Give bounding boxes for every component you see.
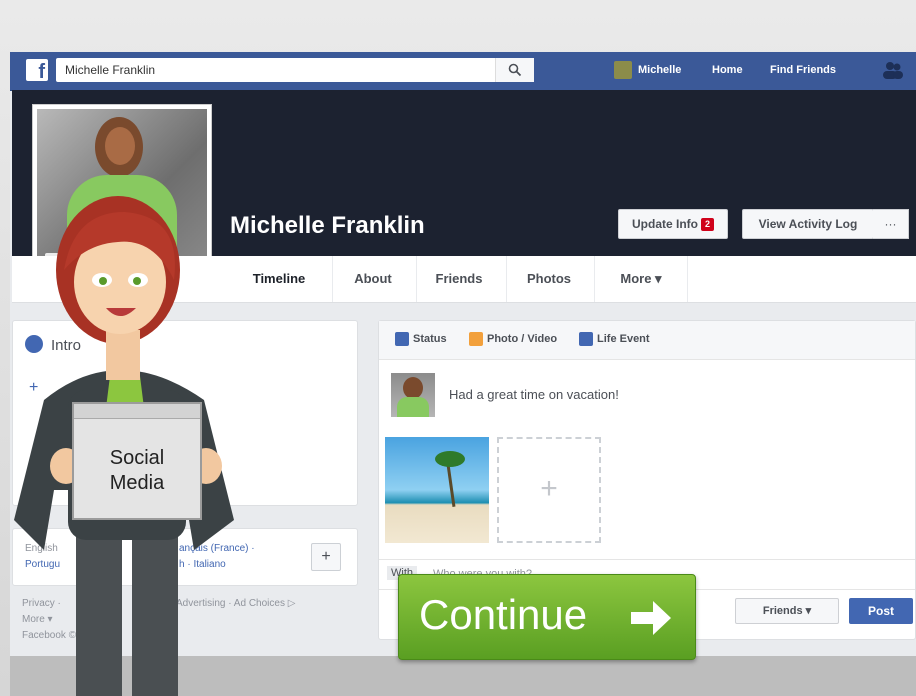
status-label: Status <box>413 332 447 345</box>
composer-avatar <box>391 373 435 417</box>
tab-more[interactable]: More ▾ <box>594 256 688 302</box>
social-media-sign: Social Media <box>72 402 202 520</box>
post-button[interactable]: Post <box>849 598 913 624</box>
search-button[interactable] <box>495 58 534 82</box>
flag-icon <box>579 332 593 346</box>
continue-label: Continue <box>419 591 588 638</box>
add-language-button[interactable]: + <box>311 543 341 571</box>
composer-tab-photo-video[interactable]: Photo / Video <box>469 332 557 346</box>
nav-home[interactable]: Home <box>712 64 743 76</box>
search-icon <box>508 63 522 77</box>
tab-photos[interactable]: Photos <box>506 256 591 302</box>
sign-line-2: Media <box>109 472 165 494</box>
notification-badge: 2 <box>701 218 714 232</box>
pencil-icon <box>395 332 409 346</box>
composer-tabs: Status Photo / Video Life Event <box>379 321 915 360</box>
add-photo-placeholder[interactable]: + <box>497 437 601 543</box>
sign-line-1: Social <box>109 447 165 469</box>
search-input[interactable]: Michelle Franklin <box>56 58 534 82</box>
tab-about[interactable]: About <box>332 256 413 302</box>
top-navigation-bar: f Michelle Franklin Michelle Home Find F… <box>10 52 916 91</box>
composer-tab-life-event[interactable]: Life Event <box>579 332 650 346</box>
search-input-value: Michelle Franklin <box>65 63 156 77</box>
photo-video-label: Photo / Video <box>487 332 558 345</box>
post-text-input[interactable]: Had a great time on vacation! <box>449 387 619 402</box>
update-info-button[interactable]: Update Info 2 <box>618 209 728 239</box>
friend-requests-icon[interactable] <box>882 61 904 79</box>
composer-tab-status[interactable]: Status <box>395 332 447 346</box>
nav-user-name[interactable]: Michelle <box>638 64 681 76</box>
tab-friends[interactable]: Friends <box>416 256 501 302</box>
nav-find-friends[interactable]: Find Friends <box>770 64 836 76</box>
more-options-button[interactable]: ··· <box>873 209 909 239</box>
continue-button[interactable]: Continue <box>398 574 696 660</box>
camera-photo-icon <box>469 332 483 346</box>
facebook-logo-icon[interactable]: f <box>26 59 48 81</box>
audience-selector[interactable]: Friends ▾ <box>735 598 839 624</box>
view-activity-log-button[interactable]: View Activity Log <box>742 209 874 239</box>
arrow-right-icon <box>631 601 671 635</box>
life-event-label: Life Event <box>597 332 650 345</box>
attached-beach-photo[interactable] <box>385 437 489 543</box>
user-avatar[interactable] <box>614 61 632 79</box>
update-info-label: Update Info <box>632 217 698 231</box>
